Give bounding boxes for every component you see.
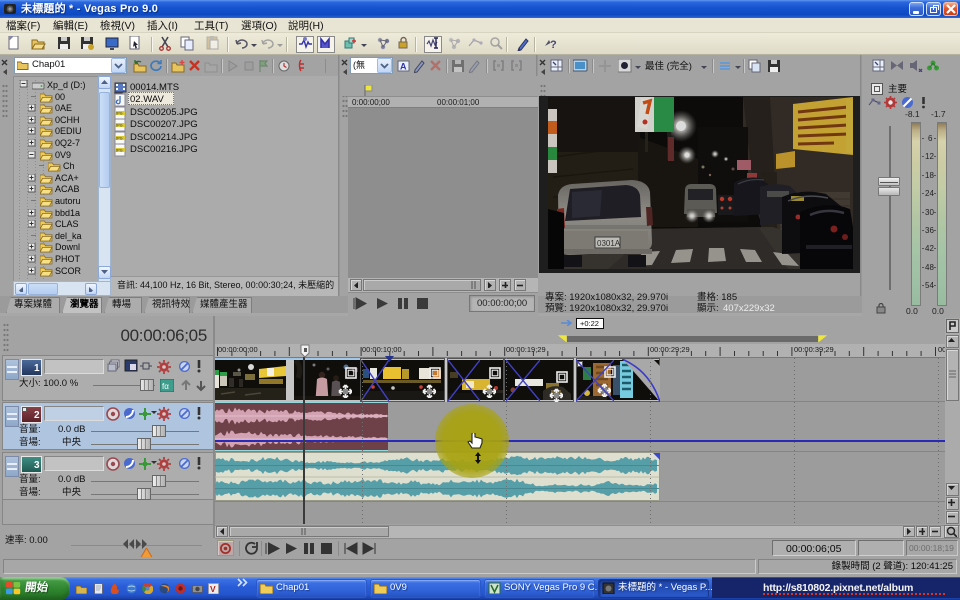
svg-text:JPG: JPG [116,149,123,153]
svg-text:fα: fα [162,382,169,391]
svg-text:V: V [210,584,216,594]
svg-text:JPG: JPG [116,136,123,140]
svg-text:JPG: JPG [116,124,123,128]
svg-text:JPG: JPG [116,111,123,115]
svg-text:A: A [400,62,407,72]
svg-text:?: ? [550,39,557,51]
